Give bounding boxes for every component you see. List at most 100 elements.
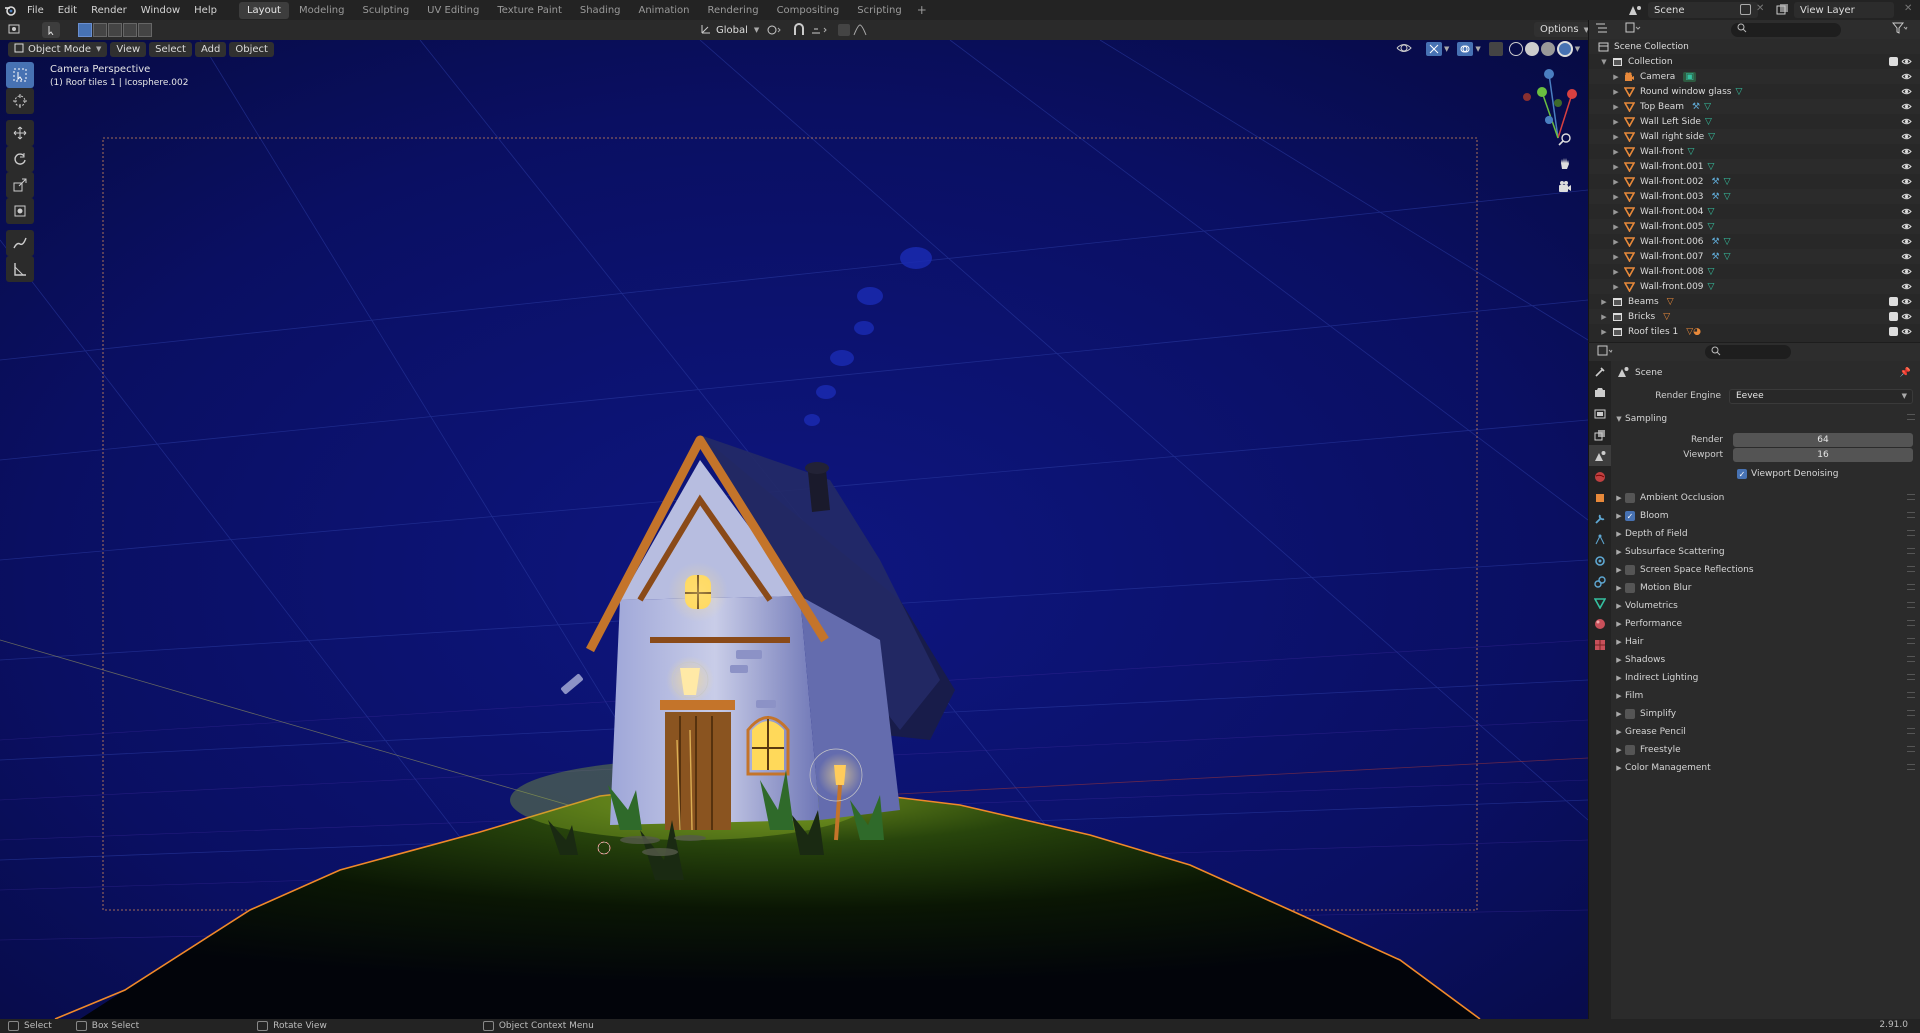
panel-depth-of-field[interactable]: ▶ Depth of Field xyxy=(1613,525,1919,543)
filter-icon[interactable] xyxy=(1891,22,1908,37)
panel-enable-checkbox[interactable]: ✓ xyxy=(1625,511,1635,521)
outliner-object-row[interactable]: ▶ Wall-front.004 ▽ xyxy=(1589,204,1920,219)
eye-icon[interactable] xyxy=(1901,146,1912,157)
drag-handle-icon[interactable] xyxy=(1907,566,1915,572)
move-tool-icon[interactable] xyxy=(6,120,34,146)
collection-row-roof-tiles[interactable]: ▶ Roof tiles 1 ▽◕ xyxy=(1589,324,1920,339)
material-tab-icon[interactable] xyxy=(1589,613,1611,634)
eye-icon[interactable] xyxy=(1901,281,1912,292)
outliner-object-row[interactable]: ▶ Wall-front ▽ xyxy=(1589,144,1920,159)
panel-color-management[interactable]: ▶ Color Management xyxy=(1613,759,1919,777)
outliner-object-row[interactable]: ▶ Wall-front.001 ▽ xyxy=(1589,159,1920,174)
outliner-object-row[interactable]: ▶ Wall right side ▽ xyxy=(1589,129,1920,144)
eye-icon[interactable] xyxy=(1901,116,1912,127)
outliner-object-row[interactable]: ▶ Wall-front.009 ▽ xyxy=(1589,279,1920,294)
snap-target-icon[interactable] xyxy=(810,23,830,40)
panel-simplify[interactable]: ▶ Simplify xyxy=(1613,705,1919,723)
outliner-object-row[interactable]: ▶ Wall-front.007 ⚒ ▽ xyxy=(1589,249,1920,264)
rotate-tool-icon[interactable] xyxy=(6,146,34,172)
tab-compositing[interactable]: Compositing xyxy=(769,2,848,19)
drag-handle-icon[interactable] xyxy=(1907,764,1915,770)
eye-icon[interactable] xyxy=(1901,266,1912,277)
annotate-tool-icon[interactable] xyxy=(6,230,34,256)
drag-handle-icon[interactable] xyxy=(1907,620,1915,626)
panel-film[interactable]: ▶ Film xyxy=(1613,687,1919,705)
expand-right-icon[interactable]: ▶ xyxy=(1611,133,1621,141)
outliner-object-row[interactable]: ▶ Wall-front.008 ▽ xyxy=(1589,264,1920,279)
eye-icon[interactable] xyxy=(1901,86,1912,97)
scale-tool-icon[interactable] xyxy=(6,172,34,198)
editor-type-icon[interactable] xyxy=(8,23,28,38)
menu-file[interactable]: File xyxy=(20,5,51,16)
tab-rendering[interactable]: Rendering xyxy=(699,2,766,19)
tab-sculpting[interactable]: Sculpting xyxy=(354,2,417,19)
outliner-editor-icon[interactable] xyxy=(1595,22,1611,37)
eye-icon[interactable] xyxy=(1901,206,1912,217)
expand-right-icon[interactable]: ▶ xyxy=(1611,208,1621,216)
view-layer-tab-icon[interactable] xyxy=(1589,424,1611,445)
expand-right-icon[interactable]: ▶ xyxy=(1611,268,1621,276)
eye-icon[interactable] xyxy=(1901,221,1912,232)
tab-shading[interactable]: Shading xyxy=(572,2,629,19)
object-tab-icon[interactable] xyxy=(1589,487,1611,508)
expand-right-icon[interactable]: ▶ xyxy=(1611,238,1621,246)
select-new-icon[interactable] xyxy=(78,23,92,37)
rendered-shading-icon[interactable] xyxy=(1556,41,1573,57)
pan-hand-icon[interactable] xyxy=(1554,152,1576,174)
eye-icon[interactable] xyxy=(1901,251,1912,262)
chevron-down-icon[interactable]: ▼ xyxy=(1444,45,1449,53)
visibility-icon[interactable] xyxy=(1396,42,1412,57)
drag-handle-icon[interactable] xyxy=(1907,710,1915,716)
chevron-down-icon[interactable]: ▼ xyxy=(1575,45,1580,53)
outliner-object-row[interactable]: ▶ Camera ▣ xyxy=(1589,69,1920,84)
xray-icon[interactable] xyxy=(1488,42,1503,56)
render-samples-field[interactable]: 64 xyxy=(1733,433,1913,447)
outliner-object-row[interactable]: ▶ Round window glass ▽ xyxy=(1589,84,1920,99)
select-extend-icon[interactable] xyxy=(93,23,107,37)
physics-tab-icon[interactable] xyxy=(1589,550,1611,571)
exclude-checkbox[interactable] xyxy=(1889,312,1898,321)
output-tab-icon[interactable] xyxy=(1589,403,1611,424)
menu-render[interactable]: Render xyxy=(84,5,134,16)
expand-right-icon[interactable]: ▶ xyxy=(1599,313,1609,321)
tab-modeling[interactable]: Modeling xyxy=(291,2,353,19)
drag-handle-icon[interactable] xyxy=(1907,728,1915,734)
panel-ambient-occlusion[interactable]: ▶ Ambient Occlusion xyxy=(1613,489,1919,507)
eye-icon[interactable] xyxy=(1901,101,1912,112)
object-menu[interactable]: Object xyxy=(229,41,274,57)
outliner-object-row[interactable]: ▶ Wall-front.002 ⚒ ▽ xyxy=(1589,174,1920,189)
outliner-object-row[interactable]: ▶ Wall-front.006 ⚒ ▽ xyxy=(1589,234,1920,249)
eye-icon[interactable] xyxy=(1901,56,1912,67)
viewport-scene[interactable] xyxy=(0,40,1588,1019)
tab-scripting[interactable]: Scripting xyxy=(849,2,909,19)
select-subtract-icon[interactable] xyxy=(108,23,122,37)
zoom-icon[interactable] xyxy=(1554,128,1576,150)
3d-viewport[interactable]: Camera Perspective (1) Roof tiles 1 | Ic… xyxy=(0,40,1588,1019)
falloff-icon[interactable] xyxy=(852,23,868,40)
wireframe-shading-icon[interactable] xyxy=(1508,42,1523,56)
exclude-checkbox[interactable] xyxy=(1889,297,1898,306)
drag-handle-icon[interactable] xyxy=(1907,746,1915,752)
view-layer-icon[interactable] xyxy=(1776,4,1790,19)
eye-icon[interactable] xyxy=(1901,131,1912,142)
viewport-denoising-checkbox[interactable]: ✓ xyxy=(1737,469,1747,479)
texture-tab-icon[interactable] xyxy=(1589,634,1611,655)
collection-row-beams[interactable]: ▶ Beams ▽ xyxy=(1589,294,1920,309)
drag-handle-icon[interactable] xyxy=(1907,692,1915,698)
panel-performance[interactable]: ▶ Performance xyxy=(1613,615,1919,633)
panel-enable-checkbox[interactable] xyxy=(1625,583,1635,593)
drag-handle-icon[interactable] xyxy=(1907,602,1915,608)
close-view-layer-icon[interactable]: ✕ xyxy=(1904,3,1912,14)
blender-logo-icon[interactable] xyxy=(0,4,20,16)
add-workspace-button[interactable]: + xyxy=(911,3,933,17)
close-scene-icon[interactable]: ✕ xyxy=(1756,3,1764,14)
tab-layout[interactable]: Layout xyxy=(238,1,289,19)
eye-icon[interactable] xyxy=(1901,296,1912,307)
properties-editor-icon[interactable] xyxy=(1597,345,1613,360)
expand-right-icon[interactable]: ▶ xyxy=(1599,328,1609,336)
drag-handle-icon[interactable] xyxy=(1907,638,1915,644)
drag-handle-icon[interactable] xyxy=(1907,548,1915,554)
select-intersect-icon[interactable] xyxy=(138,23,152,37)
drag-handle-icon[interactable] xyxy=(1907,584,1915,590)
eye-icon[interactable] xyxy=(1901,176,1912,187)
